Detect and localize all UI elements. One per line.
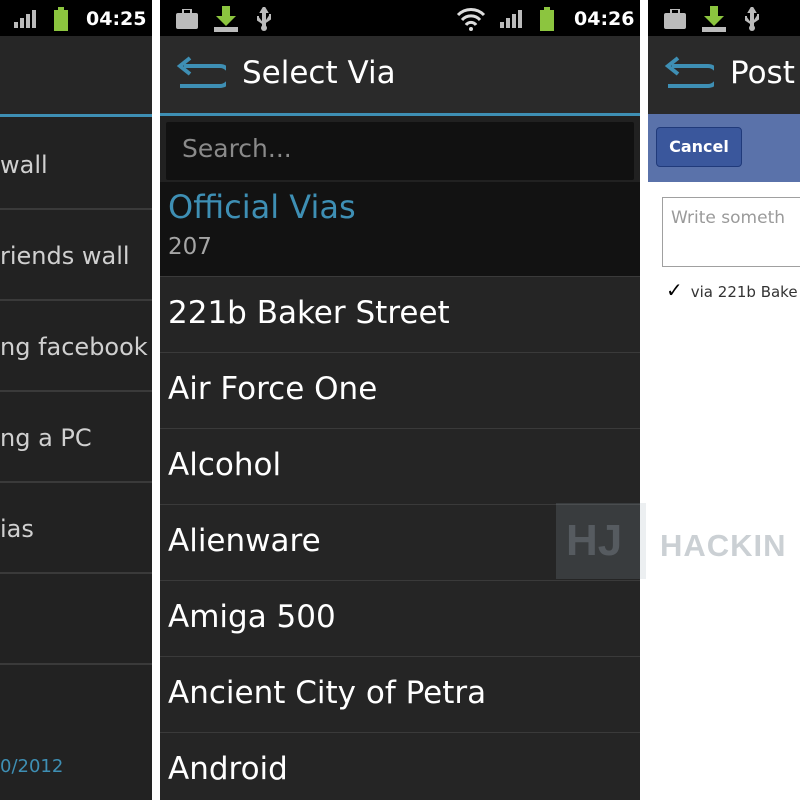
usb-icon [745, 7, 759, 31]
page-title: Select Via [242, 55, 396, 91]
page-title: Post [730, 55, 795, 91]
list-item-label: Android [168, 751, 288, 787]
briefcase-icon [176, 9, 198, 29]
list-item[interactable]: 221b Baker Street [160, 276, 640, 352]
list-item[interactable]: Alcohol [160, 428, 640, 504]
list-item-label: Air Force One [168, 371, 378, 407]
list-item[interactable]: Android [160, 732, 640, 800]
section-title: Official Vias [168, 188, 356, 226]
section-header: Official Vias 207 [160, 182, 640, 276]
download-icon [702, 6, 726, 32]
list-item-label: 221b Baker Street [168, 295, 450, 331]
status-bar: 04:25 [0, 0, 152, 36]
back-arrow-icon[interactable] [658, 56, 714, 94]
watermark-logo-text: HJ [566, 516, 623, 565]
search-input[interactable]: Search... [166, 122, 634, 180]
watermark-text: HACKIN [660, 528, 787, 563]
menu-item-label: ias [0, 515, 34, 543]
search-placeholder: Search... [182, 134, 292, 163]
signal-icon [500, 10, 522, 28]
list-item-label: Amiga 500 [168, 599, 336, 635]
action-bar: Post [648, 36, 800, 114]
menu-item-label: wall [0, 151, 48, 179]
left-screen-panel: 04:25 wall riends wall ng facebook ng a … [0, 0, 152, 800]
list-item-label: Alienware [168, 523, 321, 559]
list-item[interactable]: Ancient City of Petra [160, 656, 640, 732]
cancel-button[interactable]: Cancel [656, 127, 742, 167]
menu-item[interactable] [0, 572, 152, 665]
briefcase-icon [664, 9, 686, 29]
section-count: 207 [168, 234, 212, 260]
battery-icon [540, 7, 554, 31]
battery-icon [54, 7, 68, 31]
list-item[interactable]: Air Force One [160, 352, 640, 428]
post-screen: Post Cancel Write someth ✓ via 221b Bake [648, 0, 800, 800]
download-icon [214, 6, 238, 32]
action-bar [0, 36, 152, 114]
list-item-label: Alcohol [168, 447, 282, 483]
menu-item[interactable]: wall [0, 117, 152, 210]
menu-item-label: ng facebook [0, 333, 148, 361]
back-arrow-icon[interactable] [170, 56, 226, 94]
menu-item-label: riends wall [0, 242, 130, 270]
action-bar: Select Via [160, 36, 640, 114]
usb-icon [257, 7, 271, 31]
status-time: 04:25 [86, 8, 147, 30]
wifi-icon [456, 8, 486, 31]
menu-item[interactable]: riends wall [0, 208, 152, 301]
menu-item[interactable]: ias [0, 481, 152, 574]
facebook-toolbar: Cancel [648, 114, 800, 182]
checkmark-icon: ✓ [666, 278, 683, 302]
via-label: via 221b Bake [690, 283, 798, 301]
status-time: 04:26 [574, 8, 635, 30]
via-row: ✓ via 221b Bake [666, 278, 798, 302]
post-text-placeholder: Write someth [671, 208, 786, 228]
status-bar: 04:26 [160, 0, 640, 36]
status-bar [648, 0, 800, 36]
signal-icon [14, 10, 36, 28]
footer-date: 0/2012 [0, 756, 64, 777]
list-item[interactable]: Amiga 500 [160, 580, 640, 656]
menu-item[interactable]: ng facebook [0, 299, 152, 392]
post-text-field[interactable]: Write someth [662, 197, 800, 267]
menu-item-label: ng a PC [0, 424, 92, 452]
list-item-label: Ancient City of Petra [168, 675, 487, 711]
menu-item[interactable]: ng a PC [0, 390, 152, 483]
select-via-screen: 04:26 Select Via Search... Official Vias… [160, 0, 640, 800]
action-bar-divider [160, 113, 640, 116]
